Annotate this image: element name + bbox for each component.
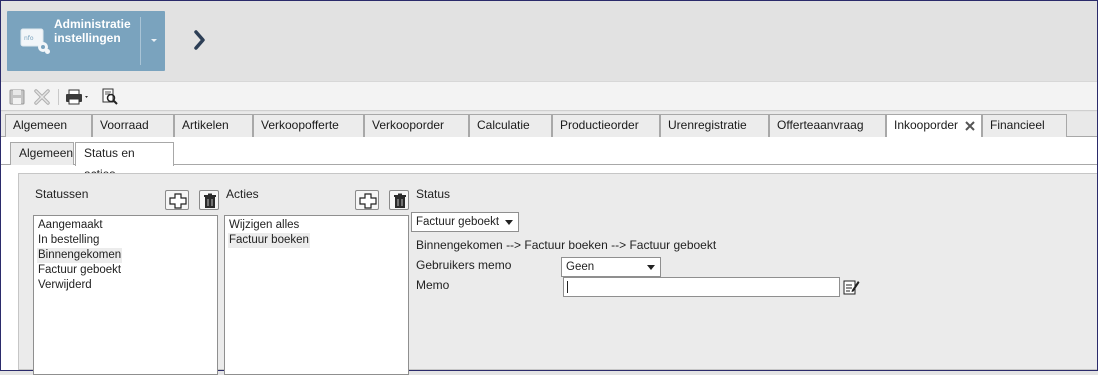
user-memo-select[interactable]: Geen bbox=[561, 257, 661, 277]
actions-list[interactable]: Wijzigen alles Factuur boeken bbox=[224, 215, 409, 375]
tab-verkooporder[interactable]: Verkooporder bbox=[364, 114, 469, 137]
tab-artikelen[interactable]: Artikelen bbox=[174, 114, 253, 137]
list-item[interactable]: Aangemaakt bbox=[37, 218, 104, 233]
chevron-down-icon[interactable] bbox=[148, 34, 160, 46]
status-title: Status bbox=[416, 187, 451, 201]
dropdown-arrow-icon bbox=[505, 220, 513, 225]
tab-offerteaanvraag[interactable]: Offerteaanvraag bbox=[769, 114, 886, 137]
subtab-algemeen[interactable]: Algemeen bbox=[10, 142, 74, 165]
tab-inkooporder[interactable]: Inkooporder bbox=[886, 114, 982, 138]
list-item[interactable]: Factuur geboekt bbox=[37, 263, 122, 278]
plus-icon bbox=[169, 193, 187, 209]
list-item-selected[interactable]: Factuur boeken bbox=[228, 233, 310, 248]
tab-voorraad[interactable]: Voorraad bbox=[92, 114, 174, 137]
list-item[interactable]: Wijzigen alles bbox=[228, 218, 300, 233]
settings-document-icon: nfo bbox=[20, 28, 50, 54]
user-memo-label: Gebruikers memo bbox=[416, 258, 512, 272]
list-item-selected[interactable]: Binnengekomen bbox=[37, 248, 123, 263]
tab-productieorder[interactable]: Productieorder bbox=[552, 114, 660, 137]
tab-calculatie[interactable]: Calculatie bbox=[469, 114, 552, 137]
toolbar-separator bbox=[58, 89, 59, 105]
tab-algemeen[interactable]: Algemeen bbox=[5, 114, 92, 137]
toolbar bbox=[1, 81, 1097, 111]
statuses-list[interactable]: Aangemaakt In bestelling Binnengekomen F… bbox=[33, 215, 218, 375]
trash-icon bbox=[394, 193, 406, 208]
trash-icon bbox=[204, 193, 216, 208]
chevron-right-icon[interactable] bbox=[190, 27, 210, 53]
tab-urenregistratie[interactable]: Urenregistratie bbox=[660, 114, 769, 137]
tab-inkooporder-label: Inkooporder bbox=[894, 118, 959, 132]
edit-memo-icon[interactable] bbox=[842, 278, 860, 296]
statuses-title: Statussen bbox=[35, 187, 89, 201]
tab-verkoopofferte[interactable]: Verkoopofferte bbox=[253, 114, 364, 137]
admin-settings-label: Administratie instellingen bbox=[54, 17, 131, 45]
admin-settings-button[interactable]: nfo Administratie instellingen bbox=[7, 11, 165, 71]
list-item[interactable]: Verwijderd bbox=[37, 278, 93, 293]
status-flow-text: Binnengekomen --> Factuur boeken --> Fac… bbox=[416, 238, 717, 252]
memo-input[interactable] bbox=[563, 277, 840, 297]
print-preview-icon[interactable] bbox=[101, 88, 119, 106]
actions-title: Acties bbox=[226, 187, 259, 201]
user-memo-select-value: Geen bbox=[566, 261, 595, 273]
dropdown-arrow-icon bbox=[647, 265, 655, 270]
delete-status-button[interactable] bbox=[199, 190, 219, 210]
save-icon[interactable] bbox=[8, 88, 26, 106]
memo-label: Memo bbox=[416, 278, 450, 292]
status-select-value: Factuur geboekt bbox=[416, 216, 500, 228]
add-action-button[interactable] bbox=[355, 190, 379, 210]
tab-content: Algemeen Status en acties Statussen Aang… bbox=[1, 137, 1097, 375]
status-actions-panel: Statussen Aangemaakt In bestelling Binne… bbox=[18, 173, 1097, 375]
text-cursor bbox=[567, 281, 568, 293]
discard-icon[interactable] bbox=[33, 88, 51, 106]
close-icon[interactable] bbox=[965, 121, 975, 131]
status-select[interactable]: Factuur geboekt bbox=[411, 212, 519, 232]
print-icon[interactable] bbox=[65, 88, 91, 106]
svg-text:nfo: nfo bbox=[24, 35, 34, 42]
header-bar: nfo Administratie instellingen bbox=[1, 1, 1097, 81]
list-item[interactable]: In bestelling bbox=[37, 233, 100, 248]
plus-icon bbox=[359, 193, 377, 209]
delete-action-button[interactable] bbox=[389, 190, 409, 210]
tab-financieel[interactable]: Financieel bbox=[982, 114, 1067, 137]
button-divider bbox=[140, 17, 141, 65]
settings-tab-bar: Algemeen Voorraad Artikelen Verkoopoffer… bbox=[1, 112, 1097, 138]
sub-tab-bar: Algemeen Status en acties bbox=[1, 137, 1097, 181]
subtab-status-en-acties[interactable]: Status en acties bbox=[75, 142, 174, 181]
add-status-button[interactable] bbox=[165, 190, 189, 210]
